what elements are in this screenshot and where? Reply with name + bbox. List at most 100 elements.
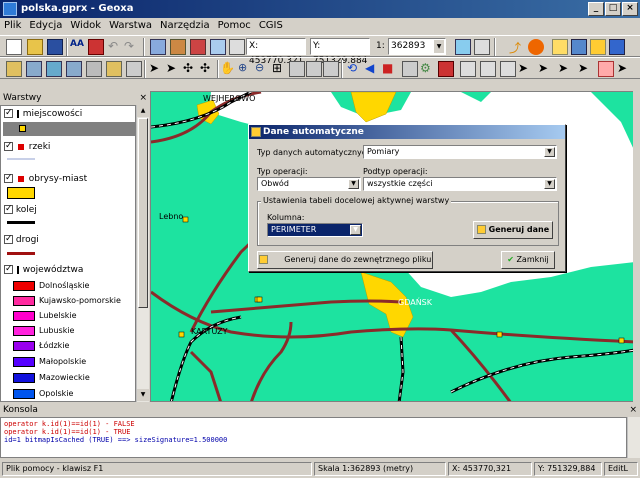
cursor-info3-icon[interactable]: ➤ xyxy=(558,61,574,77)
layer-stack3-icon[interactable] xyxy=(66,61,82,77)
map-scrollbar[interactable] xyxy=(633,91,640,402)
layer-add-icon[interactable] xyxy=(150,39,166,55)
font-icon[interactable]: AA xyxy=(70,39,86,55)
layer-checkbox[interactable] xyxy=(4,172,13,185)
menu-cgis[interactable]: CGIS xyxy=(255,18,287,33)
new-file-icon[interactable] xyxy=(6,39,22,55)
arrow-select-icon[interactable]: ➤ xyxy=(149,61,165,77)
scroll-thumb[interactable] xyxy=(138,118,148,308)
op-select[interactable]: Obwód ▼ xyxy=(257,177,361,191)
close-window-button[interactable]: × xyxy=(622,2,638,16)
zoom-sel-icon[interactable] xyxy=(323,61,339,77)
layer-stack4-icon[interactable] xyxy=(86,61,102,77)
stop-icon[interactable]: ■ xyxy=(382,61,398,77)
zoom-in-icon[interactable]: ⊕ xyxy=(238,61,254,77)
generate-external-button[interactable]: Generuj dane do zewnętrznego pliku xyxy=(257,251,433,269)
menu-view[interactable]: Widok xyxy=(66,18,105,33)
layer-stack5-icon[interactable] xyxy=(106,61,122,77)
select-layer-icon[interactable] xyxy=(571,39,587,55)
layer-remove-icon[interactable] xyxy=(190,39,206,55)
open-folder-icon[interactable] xyxy=(27,39,43,55)
type-label: Typ danych automatycznych: xyxy=(257,148,374,157)
line-tool-icon[interactable]: ⤴ xyxy=(509,39,525,55)
console-output[interactable]: operator k.id(1)==id(1) - FALSE operator… xyxy=(0,417,627,458)
toolbar-map: ➤ ➤ ✣ ✣ ✋ ⊕ ⊖ ⊞ ⟲ ◀ ■ ⚙ ➤ ➤ ➤ ➤ ➤ xyxy=(0,57,640,79)
draw-icon[interactable] xyxy=(6,61,22,77)
label-icon[interactable] xyxy=(460,61,476,77)
redo-icon[interactable]: ↷ xyxy=(124,39,140,55)
layer-checkbox[interactable] xyxy=(4,203,13,216)
chevron-down-icon[interactable]: ▼ xyxy=(544,147,555,157)
node-edit-icon[interactable]: ✣ xyxy=(200,61,216,77)
table-icon[interactable] xyxy=(480,61,496,77)
refresh-icon[interactable]: ⟲ xyxy=(347,61,363,77)
tool-a-icon[interactable] xyxy=(455,39,471,55)
cursor-info4-icon[interactable]: ➤ xyxy=(578,61,594,77)
chevron-down-icon[interactable]: ▼ xyxy=(434,40,444,53)
pan-icon[interactable]: ✋ xyxy=(220,61,236,77)
tool-b-icon[interactable] xyxy=(474,39,490,55)
subop-select[interactable]: wszystkie części ▼ xyxy=(363,177,557,191)
layer-item-railway[interactable]: kolej xyxy=(4,203,37,217)
layer-stack6-icon[interactable] xyxy=(126,61,142,77)
chevron-down-icon[interactable]: ▼ xyxy=(348,179,359,189)
menu-help[interactable]: Pomoc xyxy=(214,18,255,33)
close-icon[interactable]: × xyxy=(629,404,637,417)
zoom-window-icon[interactable]: ⊞ xyxy=(272,61,288,77)
layer-checkbox[interactable] xyxy=(4,263,13,276)
scroll-up-icon[interactable]: ▲ xyxy=(137,105,149,117)
minimize-button[interactable]: _ xyxy=(588,2,604,16)
layer-item-rivers[interactable]: rzeki xyxy=(4,140,50,154)
pointer-icon[interactable]: ➤ xyxy=(617,61,633,77)
layer-stack-icon[interactable] xyxy=(26,61,42,77)
scroll-down-icon[interactable]: ▼ xyxy=(137,389,149,401)
chevron-down-icon[interactable]: ▼ xyxy=(544,179,555,189)
scale-combo[interactable]: 362893 ▼ xyxy=(388,38,446,55)
node-select-icon[interactable]: ✣ xyxy=(183,61,199,77)
layer-item-towns[interactable]: miejscowości xyxy=(4,107,82,121)
cursor-info-icon[interactable]: ➤ xyxy=(518,61,534,77)
save-icon[interactable] xyxy=(47,39,63,55)
find-icon[interactable] xyxy=(590,39,606,55)
globe-icon[interactable] xyxy=(528,39,544,55)
zoom-extent-icon[interactable] xyxy=(289,61,305,77)
type-select[interactable]: Pomiary ▼ xyxy=(363,145,557,159)
maximize-button[interactable]: □ xyxy=(605,2,621,16)
layer-item-city-outlines[interactable]: obrysy-miast xyxy=(4,172,87,186)
close-button[interactable]: ✔ Zamknij xyxy=(501,251,555,269)
layer-checkbox[interactable] xyxy=(4,107,13,120)
column-select[interactable]: PERIMETER ▼ xyxy=(267,223,363,237)
menu-edit[interactable]: Edycja xyxy=(25,18,66,33)
console-scrollbar[interactable] xyxy=(627,417,640,458)
cursor-info2-icon[interactable]: ➤ xyxy=(538,61,554,77)
measure-icon[interactable] xyxy=(402,61,418,77)
zoom-out-icon[interactable]: ⊖ xyxy=(255,61,271,77)
layer-table-icon[interactable] xyxy=(170,39,186,55)
back-icon[interactable]: ◀ xyxy=(365,61,381,77)
grid-icon[interactable] xyxy=(229,39,245,55)
layer-item-voivodeships[interactable]: województwa xyxy=(4,263,83,277)
layer-checkbox[interactable] xyxy=(4,140,13,153)
settings-icon[interactable]: ⚙ xyxy=(420,61,436,77)
layers-scrollbar[interactable]: ▲ ▼ xyxy=(136,105,149,402)
export-icon[interactable] xyxy=(500,61,516,77)
close-icon[interactable]: × xyxy=(139,91,147,105)
layer-props-icon[interactable] xyxy=(210,39,226,55)
generate-data-button[interactable]: Generuj dane xyxy=(473,221,553,239)
layer-item-roads[interactable]: drogi xyxy=(4,233,39,247)
delete-icon[interactable] xyxy=(598,61,614,77)
script-icon[interactable] xyxy=(552,39,568,55)
menu-file[interactable]: Plik xyxy=(0,18,25,33)
layer-stack2-icon[interactable] xyxy=(46,61,62,77)
menu-layer[interactable]: Warstwa xyxy=(105,18,156,33)
menu-tools[interactable]: Narzędzia xyxy=(156,18,214,33)
coord-y-field: Y: 751329.884 xyxy=(310,38,370,66)
arrow-select2-icon[interactable]: ➤ xyxy=(166,61,182,77)
undo-icon[interactable]: ↶ xyxy=(108,39,124,55)
print-icon[interactable] xyxy=(88,39,104,55)
layer-checkbox[interactable] xyxy=(4,233,13,246)
chevron-down-icon[interactable]: ▼ xyxy=(350,225,361,235)
info-tool-icon[interactable] xyxy=(609,39,625,55)
zoom-layer-icon[interactable] xyxy=(306,61,322,77)
record-icon[interactable] xyxy=(438,61,454,77)
